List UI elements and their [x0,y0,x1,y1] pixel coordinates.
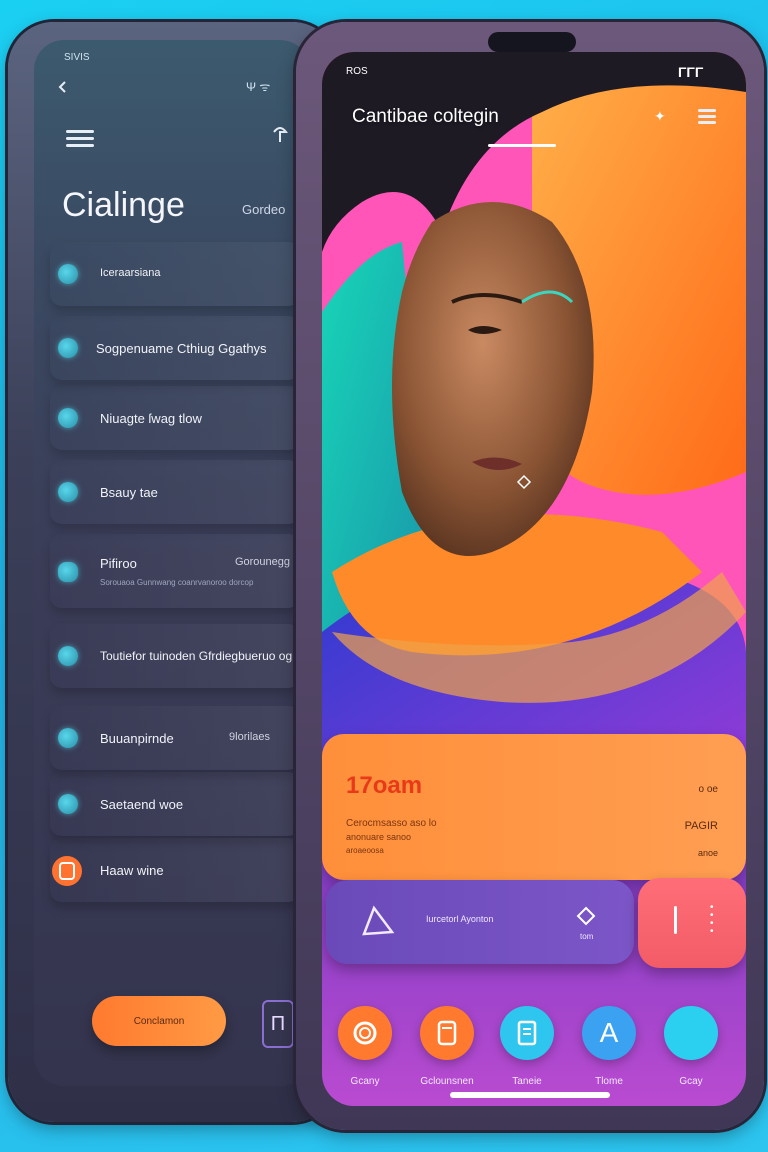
page-title: Cialinge [62,186,185,224]
triangle-icon [360,904,396,943]
list-item[interactable]: Buuanpirnde 9lorilaes [50,706,300,770]
list-item-icon [58,646,78,666]
tablet-icon [420,1006,474,1060]
list-item-aux: 9lorilaes [229,731,270,743]
stat-subtitle: Cerocmsasso aso lo [346,818,437,829]
list-item-label: Iceraarsiana [100,267,161,279]
stat-right-top: o oe [698,784,718,795]
list-item-icon [58,264,78,284]
list-item[interactable]: Sogpenuame Cthiug Ggathys [50,316,300,380]
list-item[interactable]: Niuagte ſwag tlow [50,386,300,450]
nav-item[interactable]: Gcany [338,1006,400,1087]
title-aux: Gordeo [242,202,286,217]
nav-label: Gclounsnen [420,1076,474,1087]
list-item-label: Buuanpirnde [100,731,174,746]
status-bar-carrier: ROS [346,66,368,77]
stat-sub3: aroaeoosa [346,846,384,855]
list-item[interactable]: Bsauy tae [50,460,300,524]
camera-notch [488,32,576,52]
pin-icon[interactable] [272,126,289,149]
portrait-artwork [322,52,746,812]
list-item-label: Toutiefor tuinoden Gfrdiegbueruo og [100,649,293,663]
document-icon [500,1006,554,1060]
list-item[interactable]: Toutiefor tuinoden Gfrdiegbueruo og [50,624,300,688]
list-item-icon [58,794,78,814]
list-item[interactable]: Saetaend woe [50,772,300,836]
list-item-icon [58,562,78,582]
nav-item[interactable]: Taneie [500,1006,562,1087]
side-action-card[interactable]: • • • • [638,878,746,968]
nav-label: Tlome [595,1076,623,1087]
hamburger-menu-icon[interactable] [66,126,94,151]
hamburger-menu-icon[interactable] [698,106,716,127]
list-item-aux: Gorounegg [234,556,290,568]
letter-a-icon: A [582,1006,636,1060]
stat-value: 17oam [346,772,423,799]
list-item-icon [58,482,78,502]
back-arrow-icon[interactable] [56,80,70,99]
action-small: tom [580,932,594,941]
ring-icon [338,1006,392,1060]
stat-sub2: anonuare sanoo [346,832,412,842]
nav-item[interactable]: Gclounsnen [420,1006,482,1087]
pause-bar-icon [674,906,677,934]
list-item-label: Bsauy tae [100,485,158,500]
nav-label: Taneie [512,1076,542,1087]
status-bar-icons: ΓΓΓ [678,64,704,80]
list-item-icon [58,728,78,748]
battery-icon [52,856,82,886]
status-bar-icons: Ψ ᯤ [246,80,271,94]
nav-item[interactable]: Gcay [664,1006,726,1087]
action-label: Iurcetorl Ayonton [426,914,494,924]
stat-right-bottom: anoe [697,848,718,858]
header-title: Cantibae coltegin [352,106,499,127]
diamond-icon[interactable] [576,906,596,931]
bottom-nav: Gcany Gclounsnen Taneie A Tlome Gcay [322,1002,746,1092]
circle-icon [664,1006,718,1060]
sparkle-icon[interactable]: ✦ [654,108,666,125]
more-dots-icon[interactable]: • • • • [710,903,714,937]
nav-label: Gcany [350,1076,380,1087]
stat-right-mid: PAGIR [684,820,718,832]
nav-item[interactable]: A Tlome [582,1006,644,1087]
list-item[interactable]: Haaw wine [50,838,300,902]
header-underline [488,144,556,147]
list-item-subtext: Sorouaoa Gunnwang coanrvanoroo dorcop [100,578,254,587]
list-item-label: Saetaend woe [100,797,184,812]
action-card[interactable]: Iurcetorl Ayonton tom [326,880,634,964]
list-item-label: Pifiroo [100,556,137,571]
list-item-icon [58,408,78,428]
home-indicator[interactable] [450,1092,610,1098]
list-item[interactable]: Pifiroo Gorounegg Sorouaoa Gunnwang coan… [50,534,300,608]
page-marker-icon[interactable]: Π [262,1000,294,1048]
nav-label: Gcay [679,1076,703,1087]
right-phone-screen: ROS ΓΓΓ Cantibae coltegin ✦ 17oam o oe C… [322,52,746,1106]
status-bar-carrier: SIVIS [64,52,90,63]
list-item[interactable]: Iceraarsiana [50,242,300,306]
list-item-label: Haaw wine [100,863,164,878]
stat-card[interactable]: 17oam o oe Cerocmsasso aso lo anonuare s… [322,734,746,880]
list-item-label: Niuagte ſwag tlow [100,411,202,426]
list-item-label: Sogpenuame Cthiug Ggathys [96,341,267,356]
primary-button[interactable]: Conclamon [92,996,226,1046]
list-item-icon [58,338,78,358]
